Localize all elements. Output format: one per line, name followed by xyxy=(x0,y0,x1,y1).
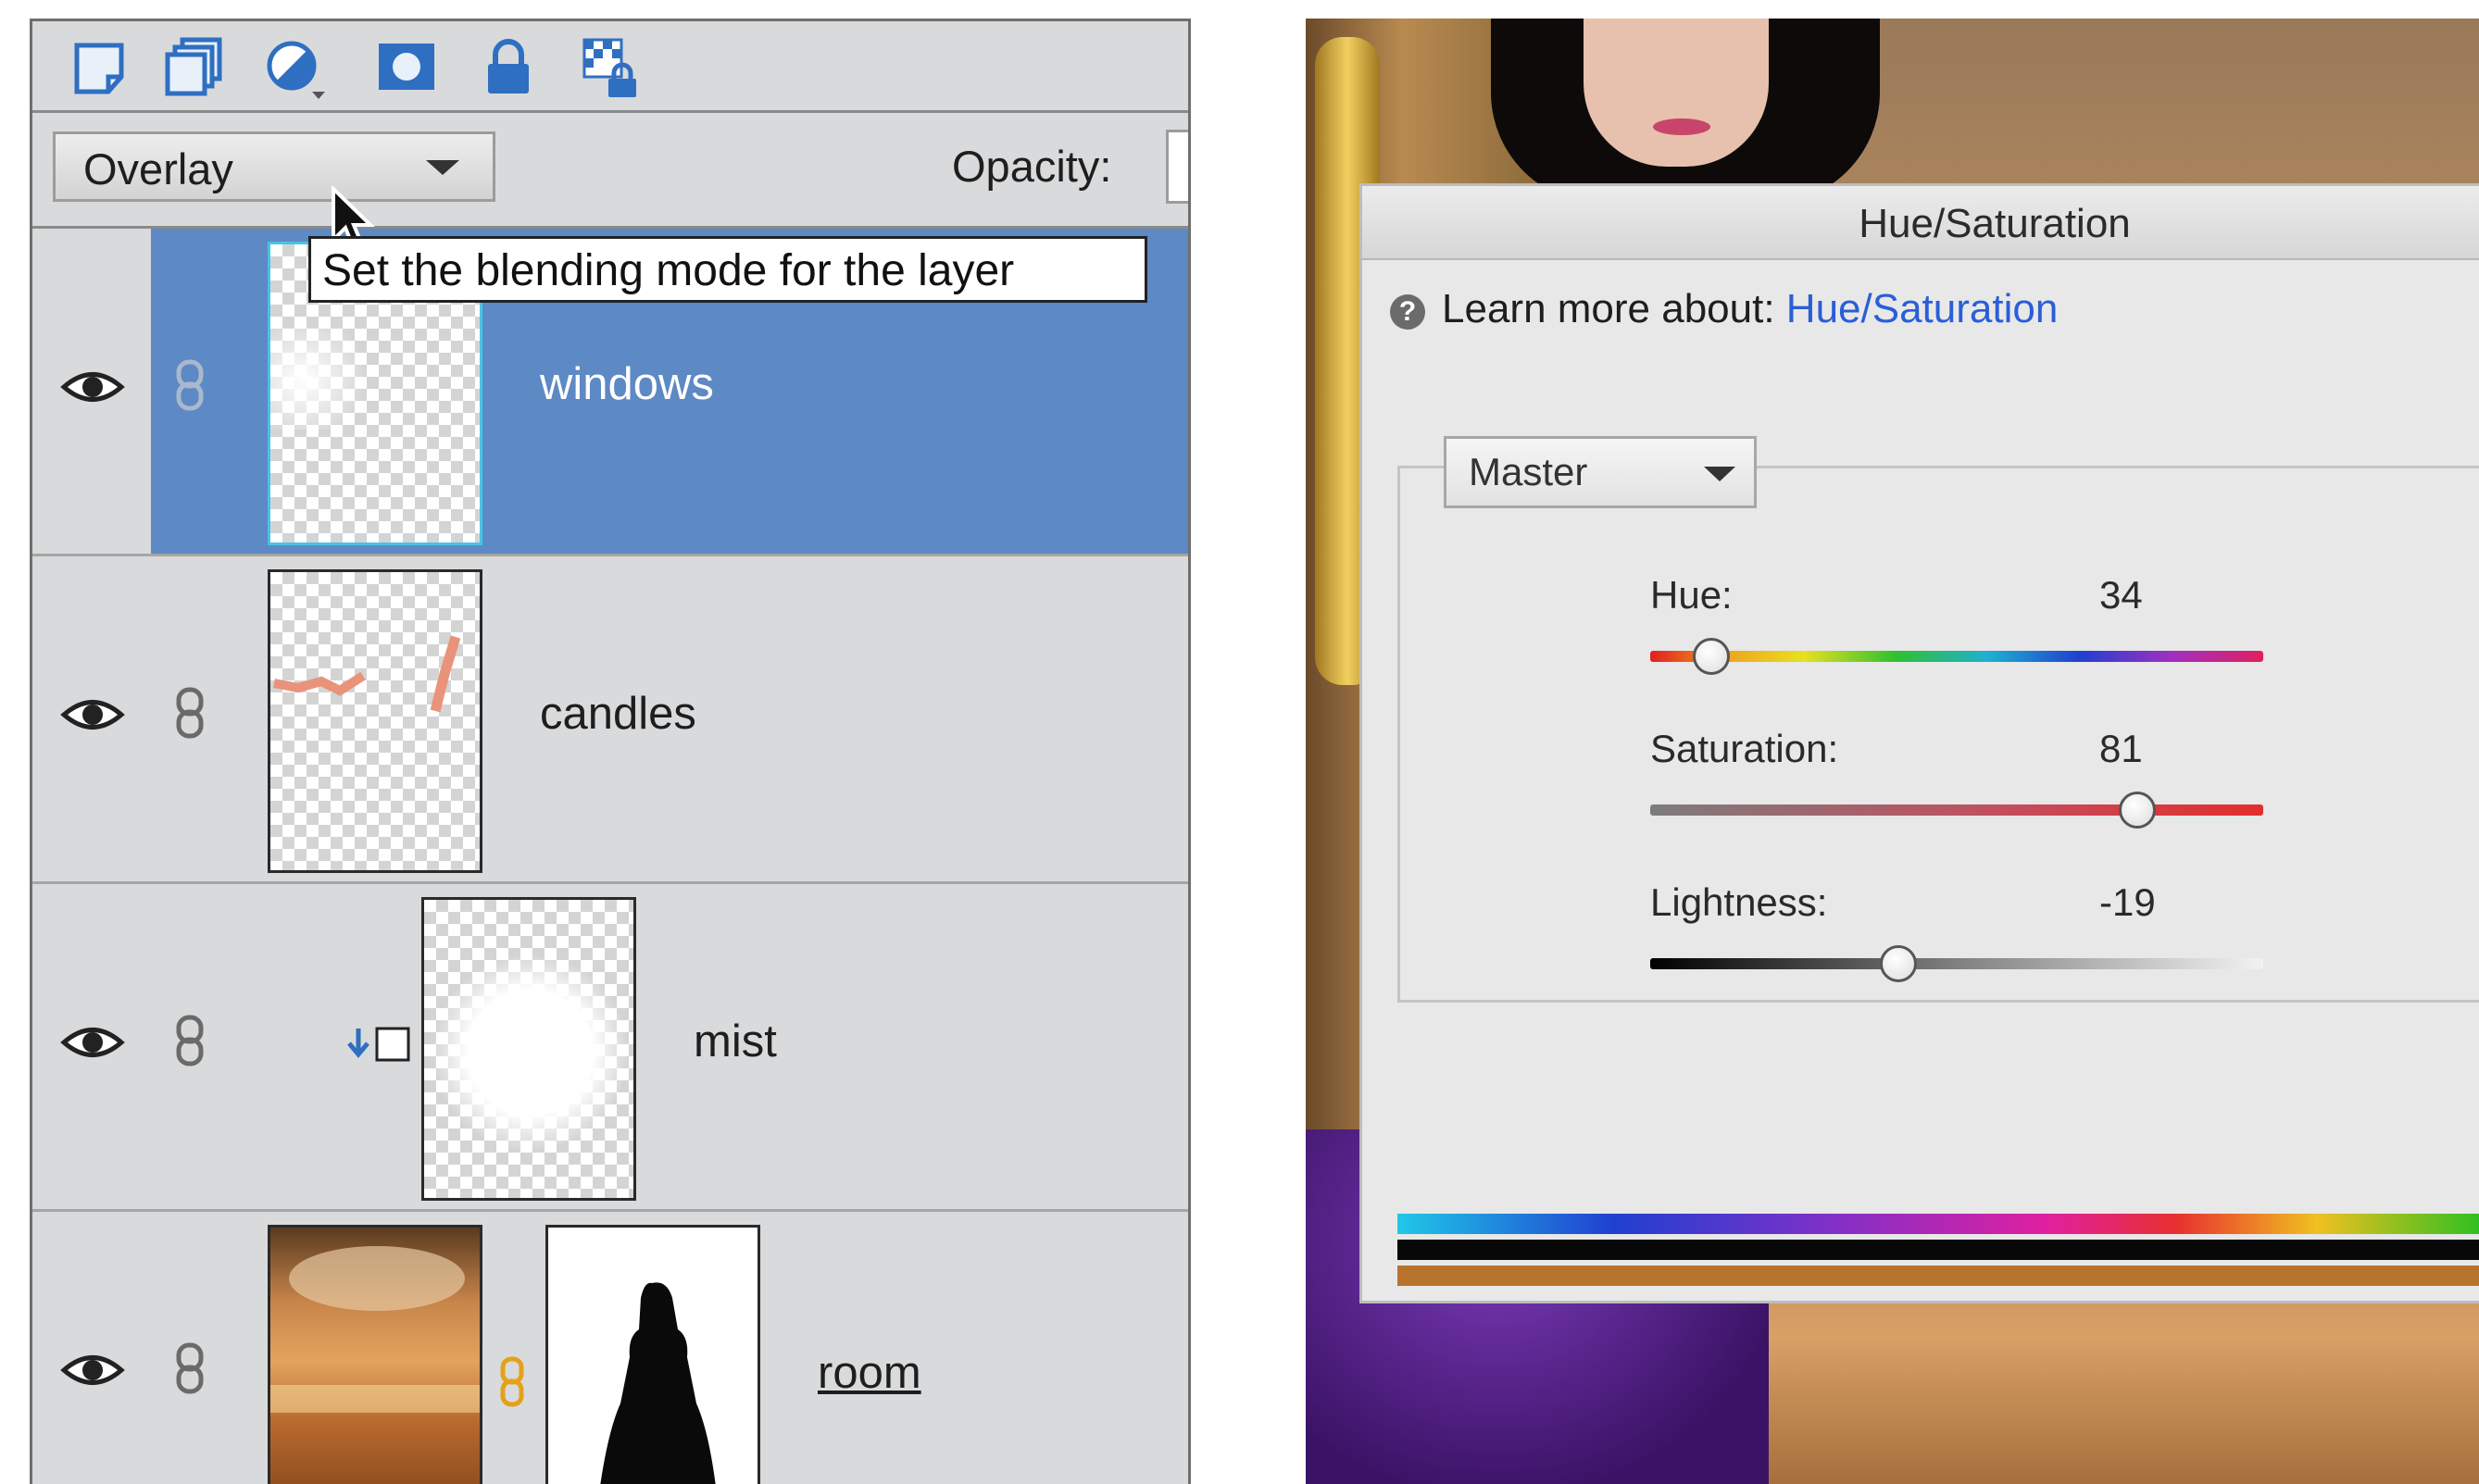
layer-thumbnail xyxy=(268,1225,482,1484)
dialog-titlebar[interactable]: Hue/Saturation xyxy=(1362,186,2479,260)
layers-panel: Overlay Opacity: windows candles mist ro… xyxy=(30,19,1191,1484)
layer-row-room[interactable]: room xyxy=(32,1212,1188,1484)
eye-icon[interactable] xyxy=(60,364,125,410)
hue-slider[interactable] xyxy=(1650,638,2263,675)
mask-link-icon[interactable] xyxy=(499,1356,525,1408)
layer-name: candles xyxy=(540,689,696,739)
learn-more-label: Learn more about: xyxy=(1442,286,1775,331)
saturation-label: Saturation: xyxy=(1650,727,1839,770)
eye-icon[interactable] xyxy=(60,692,125,738)
learn-more-link[interactable]: Hue/Saturation xyxy=(1786,286,2059,331)
chevron-down-icon xyxy=(426,160,459,175)
lightness-label: Lightness: xyxy=(1650,880,1828,924)
lightness-slider[interactable] xyxy=(1650,945,2263,982)
channel-dropdown[interactable]: Master xyxy=(1444,436,1757,508)
blend-mode-tooltip: Set the blending mode for the layer xyxy=(308,236,1147,303)
new-group-icon[interactable] xyxy=(162,34,229,101)
layer-mask-icon[interactable] xyxy=(373,34,440,101)
link-icon[interactable] xyxy=(173,358,207,412)
blend-mode-row: Overlay Opacity: xyxy=(32,113,1188,229)
dialog-title: Hue/Saturation xyxy=(1859,201,2131,246)
document-canvas: Hue/Saturation ? Learn more about: Hue/Sa… xyxy=(1306,19,2479,1484)
learn-more-row: ? Learn more about: Hue/Saturation xyxy=(1390,286,2058,332)
layers-toolbar xyxy=(32,21,1188,113)
hue-saturation-dialog: Hue/Saturation ? Learn more about: Hue/Sa… xyxy=(1359,183,2479,1303)
layer-thumbnail xyxy=(421,897,636,1201)
lightness-slider-handle[interactable] xyxy=(1880,945,1918,982)
help-icon: ? xyxy=(1390,294,1425,330)
lock-all-icon[interactable] xyxy=(475,34,542,101)
hue-label: Hue: xyxy=(1650,573,1733,617)
link-icon[interactable] xyxy=(173,686,207,740)
lightness-value[interactable]: -19 xyxy=(2099,880,2156,925)
link-icon[interactable] xyxy=(173,1341,207,1395)
layer-row-mist[interactable]: mist xyxy=(32,884,1188,1212)
layer-name: windows xyxy=(540,359,714,409)
layer-row-candles[interactable]: candles xyxy=(32,556,1188,884)
saturation-value[interactable]: 81 xyxy=(2099,727,2143,771)
saturation-slider[interactable] xyxy=(1650,792,2263,829)
input-spectrum-bar xyxy=(1397,1214,2479,1234)
hue-slider-handle[interactable] xyxy=(1693,638,1731,675)
new-layer-icon[interactable] xyxy=(68,34,134,101)
lock-transparency-icon[interactable] xyxy=(579,34,645,101)
opacity-input[interactable] xyxy=(1166,130,1188,204)
adjustment-layer-icon[interactable] xyxy=(264,34,331,101)
link-icon[interactable] xyxy=(173,1014,207,1067)
divider-bar xyxy=(1397,1240,2479,1260)
blend-mode-dropdown[interactable]: Overlay xyxy=(53,131,495,202)
output-color-bar xyxy=(1397,1266,2479,1286)
layer-name: mist xyxy=(694,1016,777,1066)
blend-mode-value: Overlay xyxy=(83,144,233,193)
lips xyxy=(1653,118,1710,135)
eye-icon[interactable] xyxy=(60,1347,125,1393)
layer-mask-thumbnail xyxy=(545,1225,760,1484)
hue-value[interactable]: 34 xyxy=(2099,573,2143,617)
face xyxy=(1584,19,1769,167)
opacity-label: Opacity: xyxy=(952,142,1112,191)
eye-icon[interactable] xyxy=(60,1019,125,1066)
layer-name: room xyxy=(818,1348,921,1398)
chevron-down-icon xyxy=(1704,467,1735,481)
layer-thumbnail xyxy=(268,569,482,873)
clipping-mask-icon xyxy=(347,1027,410,1062)
channel-value: Master xyxy=(1469,450,1588,493)
adjustment-group xyxy=(1397,466,2479,1003)
saturation-slider-handle[interactable] xyxy=(2119,792,2157,829)
